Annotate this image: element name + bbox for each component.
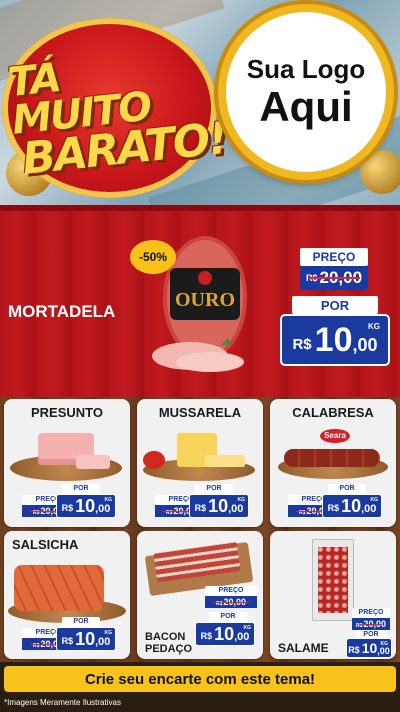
coin-decoration (360, 150, 400, 194)
price-integer: 10 (208, 495, 229, 516)
ham-slices (76, 455, 110, 469)
currency: R$ (61, 503, 74, 513)
por-label: POR (328, 484, 366, 494)
new-price: R$ 10,00 KG (56, 627, 116, 651)
strike-line (308, 277, 360, 279)
preco-label: PREÇO (205, 586, 257, 596)
por-label: POR (195, 484, 233, 494)
brand-logo: Seara (320, 429, 350, 443)
featured-preco-label: PREÇO (300, 248, 368, 266)
brand-label: OURO (175, 289, 235, 311)
tomato (143, 451, 165, 469)
slogan-title: TÁ MUITO BARATO! (6, 44, 229, 185)
product-name: PRESUNTO (31, 405, 103, 420)
currency: R$ (327, 503, 340, 513)
discount-badge: -50% (130, 240, 176, 274)
price-decimal: ,00 (95, 635, 111, 648)
price-decimal: ,00 (234, 630, 250, 643)
disclaimer-note: *Imagens Meramente Ilustrativas (4, 698, 121, 707)
hotdog-image (14, 565, 104, 611)
product-name: CALABRESA (292, 405, 374, 420)
header-banner: TÁ MUITO BARATO! Sua Logo Aqui (0, 0, 400, 210)
new-price: R$ 10,00 KG (346, 638, 392, 658)
logo-line2: Aqui (259, 82, 353, 130)
new-price: R$ 10,00 KG (189, 494, 249, 518)
price-integer: 10 (75, 628, 96, 649)
currency: R$ (292, 335, 312, 353)
salame-image (318, 547, 348, 613)
currency: R$ (194, 503, 207, 513)
por-label: POR (62, 617, 100, 627)
price-integer: 10 (361, 640, 378, 656)
old-price: R$20,00 (205, 596, 257, 608)
por-label: POR (62, 484, 100, 494)
currency: R$ (61, 636, 74, 646)
unit-label: KG (370, 497, 379, 503)
por-label: POR (209, 612, 247, 622)
price-decimal: ,00 (228, 502, 244, 515)
unit-label: KG (104, 497, 113, 503)
price-decimal: ,00 (377, 645, 390, 656)
featured-por-label: POR (292, 296, 378, 314)
strike-line (360, 624, 382, 625)
new-price: R$ 10,00 KG (56, 494, 116, 518)
price-integer: 10 (314, 320, 353, 359)
featured-new-price: R$ 10 ,00 KG (280, 314, 390, 366)
price-decimal: ,00 (95, 502, 111, 515)
unit-label: KG (237, 497, 246, 503)
featured-old-price: R$ 20,00 (300, 266, 368, 290)
currency: R$ (200, 631, 213, 641)
logo-line1: Sua Logo (246, 53, 366, 84)
strike-line (213, 602, 249, 603)
price-integer: 10 (75, 495, 96, 516)
logo-placeholder: Sua Logo Aqui (218, 4, 394, 180)
old-price: R$20,00 (352, 618, 390, 630)
cta-banner[interactable]: Crie seu encarte com este tema! (4, 666, 396, 692)
sausage-image (284, 449, 380, 467)
price-decimal: ,00 (352, 334, 378, 355)
product-name: MUSSARELA (158, 405, 242, 420)
price-integer: 10 (214, 623, 235, 644)
unit-label: KG (380, 641, 389, 647)
cheese-slices (205, 455, 245, 467)
price-integer: 10 (341, 495, 362, 516)
unit-label: KG (104, 630, 113, 636)
unit-label: KG (243, 625, 252, 631)
currency: R$ (348, 645, 360, 655)
price-decimal: ,00 (361, 502, 377, 515)
product-name: SALSICHA (12, 537, 79, 552)
preco-label: PREÇO (352, 608, 390, 618)
new-price: R$ 10,00 KG (322, 494, 382, 518)
featured-product-name: MORTADELA (8, 302, 116, 321)
unit-label: KG (368, 322, 380, 331)
new-price: R$ 10,00 KG (195, 622, 255, 646)
